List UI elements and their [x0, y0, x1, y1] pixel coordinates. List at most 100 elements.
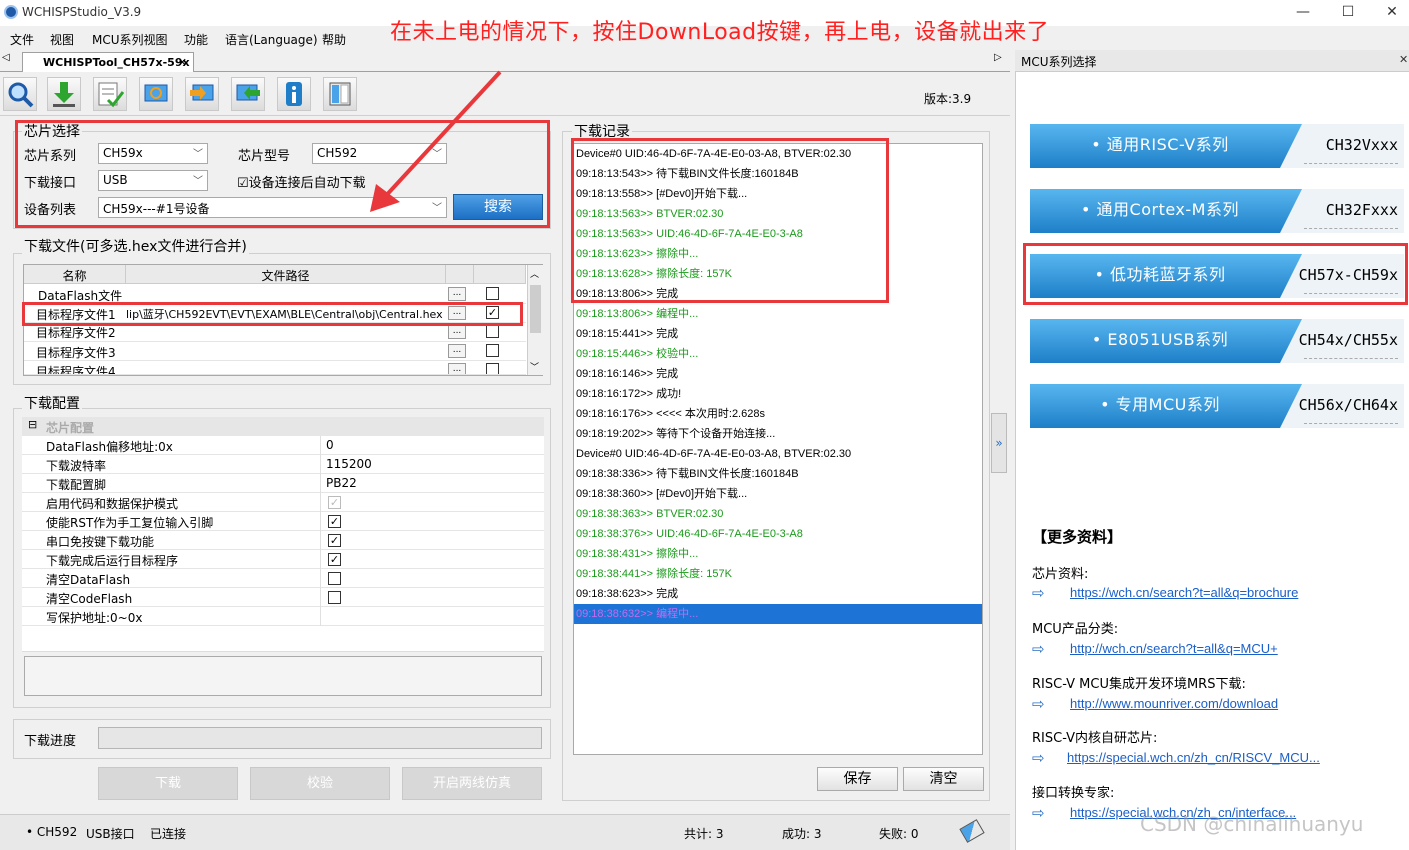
download-button-icon[interactable] — [47, 77, 81, 111]
link-label: 接口转换专家: — [1032, 786, 1115, 801]
config-row[interactable]: 串口免按键下载功能 ✓ — [22, 531, 544, 550]
link-mcu-category[interactable]: http://wch.cn/search?t=all&q=MCU+ — [1070, 641, 1278, 656]
panel-close-icon[interactable]: ✕ — [1399, 53, 1408, 66]
series-card-code: CH32Vxxx — [1280, 124, 1404, 168]
file-checkbox[interactable]: ✓ — [486, 306, 499, 319]
config-row[interactable]: 清空DataFlash — [22, 569, 544, 588]
config-row[interactable]: 写保护地址:0~0x — [22, 607, 544, 626]
arrow-right-icon: ⇨ — [1032, 695, 1045, 713]
series-card-cortex-m[interactable]: • 通用Cortex-M系列 CH32Fxxx — [1030, 189, 1404, 233]
menu-language[interactable]: 语言(Language) — [225, 31, 318, 48]
browse-button[interactable]: ... — [448, 344, 466, 358]
table-row[interactable]: 目标程序文件4 ... — [24, 361, 526, 375]
browse-button[interactable]: ... — [448, 363, 466, 374]
browse-button[interactable]: ... — [448, 287, 466, 301]
download-button[interactable]: 下载 — [98, 767, 238, 800]
file-checkbox[interactable] — [486, 287, 499, 300]
config-checkbox[interactable]: ✓ — [328, 553, 341, 566]
link-riscv-mcu[interactable]: https://special.wch.cn/zh_cn/RISCV_MCU..… — [1067, 750, 1320, 765]
config-row[interactable]: DataFlash偏移地址:0x 0 — [22, 436, 544, 455]
browse-button[interactable]: ... — [448, 306, 466, 320]
minimize-button[interactable]: — — [1283, 2, 1323, 22]
config-row[interactable]: 启用代码和数据保护模式 ✓ — [22, 493, 544, 512]
expand-panel-icon[interactable]: » — [991, 413, 1007, 473]
scroll-up-icon[interactable]: ︿ — [530, 267, 539, 280]
file-name: 目标程序文件3 — [36, 346, 116, 360]
config-checkbox[interactable]: ✓ — [328, 515, 341, 528]
log-list[interactable]: Device#0 UID:46-4D-6F-7A-4E-E0-03-A8, BT… — [573, 143, 983, 755]
config-row[interactable]: 清空CodeFlash — [22, 588, 544, 607]
table-row[interactable]: 目标程序文件3 ... — [24, 342, 526, 361]
series-card-special-mcu[interactable]: • 专用MCU系列 CH56x/CH64x — [1030, 384, 1404, 428]
table-row[interactable]: DataFlash文件 ... — [24, 285, 526, 304]
link-mrs-download[interactable]: http://www.mounriver.com/download — [1070, 696, 1278, 711]
clear-log-button[interactable]: 清空 — [903, 767, 984, 791]
table-row[interactable]: 目标程序文件2 ... — [24, 323, 526, 342]
table-row[interactable]: 目标程序文件1 lip\蓝牙\CH592EVT\EVT\EXAM\BLE\Cen… — [24, 304, 526, 323]
export-button[interactable] — [185, 77, 219, 111]
config-value[interactable]: 0 — [326, 438, 334, 452]
two-wire-emulation-button[interactable]: 开启两线仿真 — [402, 767, 542, 800]
auto-download-checkbox[interactable]: ☑设备连接后自动下载 — [237, 172, 366, 191]
tab-scroll-right-icon[interactable]: ▷ — [994, 52, 1002, 63]
series-card-riscv[interactable]: • 通用RISC-V系列 CH32Vxxx — [1030, 124, 1404, 168]
tab-scroll-left-icon[interactable]: ◁ — [2, 52, 10, 63]
file-checkbox[interactable] — [486, 344, 499, 357]
download-iface-select[interactable]: USB ﹀ — [98, 170, 208, 191]
config-row[interactable]: 使能RST作为手工复位输入引脚 ✓ — [22, 512, 544, 531]
config-section-header[interactable]: ⊟ 芯片配置 — [22, 417, 544, 436]
config-key: 串口免按键下载功能 — [46, 535, 155, 549]
download-files-title: 下载文件(可多选.hex文件进行合并) — [22, 236, 249, 256]
chip-model-value: CH592 — [317, 146, 358, 160]
file-checkbox[interactable] — [486, 363, 499, 374]
file-checkbox[interactable] — [486, 325, 499, 338]
series-card-label: • 通用Cortex-M系列 — [1081, 200, 1239, 219]
app-icon — [4, 5, 18, 19]
tab-wchisptool[interactable]: WCHISPTool_CH57x-59x ✕ — [22, 52, 194, 72]
verify-button[interactable]: 校验 — [250, 767, 390, 800]
verify-button-icon[interactable] — [93, 77, 127, 111]
config-checkbox[interactable] — [328, 591, 341, 604]
link-brochure[interactable]: https://wch.cn/search?t=all&q=brochure — [1070, 585, 1298, 600]
config-value[interactable]: 115200 — [326, 457, 372, 471]
arrow-right-icon: ⇨ — [1032, 640, 1045, 658]
menu-view[interactable]: 视图 — [50, 31, 74, 48]
tab-close-icon[interactable]: ✕ — [178, 56, 187, 69]
config-checkbox[interactable]: ✓ — [328, 534, 341, 547]
checkbox-icon: ☑ — [237, 176, 249, 191]
eraser-icon[interactable] — [959, 819, 985, 843]
maximize-button[interactable]: ☐ — [1328, 2, 1368, 22]
manual-button[interactable] — [323, 77, 357, 111]
search-device-button[interactable] — [3, 77, 37, 111]
config-row[interactable]: 下载波特率 115200 — [22, 455, 544, 474]
config-checkbox[interactable] — [328, 572, 341, 585]
menu-function[interactable]: 功能 — [184, 31, 208, 48]
auto-download-label: 设备连接后自动下载 — [248, 176, 366, 191]
refresh-button[interactable] — [139, 77, 173, 111]
save-log-button[interactable]: 保存 — [817, 767, 898, 791]
config-row[interactable]: 下载完成后运行目标程序 ✓ — [22, 550, 544, 569]
file-table-scrollbar[interactable]: ︿ ﹀ — [527, 265, 543, 375]
menu-file[interactable]: 文件 — [10, 31, 34, 48]
arrow-right-icon: ⇨ — [1032, 804, 1045, 822]
file-name: DataFlash文件 — [38, 289, 123, 303]
menu-help[interactable]: 帮助 — [322, 31, 346, 48]
collapse-icon[interactable]: ⊟ — [28, 418, 37, 431]
chip-series-label: 芯片系列 — [24, 149, 77, 164]
config-checkbox[interactable]: ✓ — [328, 496, 341, 509]
config-row[interactable]: 下载配置脚 PB22 — [22, 474, 544, 493]
series-card-ble[interactable]: • 低功耗蓝牙系列 CH57x-CH59x — [1030, 254, 1404, 298]
import-button[interactable] — [231, 77, 265, 111]
book-icon — [329, 82, 351, 106]
info-button[interactable] — [277, 77, 311, 111]
device-list-value: CH59x---#1号设备 — [103, 202, 210, 216]
series-card-e8051usb[interactable]: • E8051USB系列 CH54x/CH55x — [1030, 319, 1404, 363]
scroll-down-icon[interactable]: ﹀ — [530, 360, 539, 373]
config-value[interactable]: PB22 — [326, 476, 357, 490]
close-button[interactable]: ✕ — [1372, 2, 1409, 22]
status-interface: USB接口 — [86, 827, 135, 841]
chip-series-select[interactable]: CH59x ﹀ — [98, 143, 208, 164]
menu-mcu-series-view[interactable]: MCU系列视图 — [92, 31, 168, 48]
scroll-thumb[interactable] — [530, 285, 541, 333]
browse-button[interactable]: ... — [448, 325, 466, 339]
